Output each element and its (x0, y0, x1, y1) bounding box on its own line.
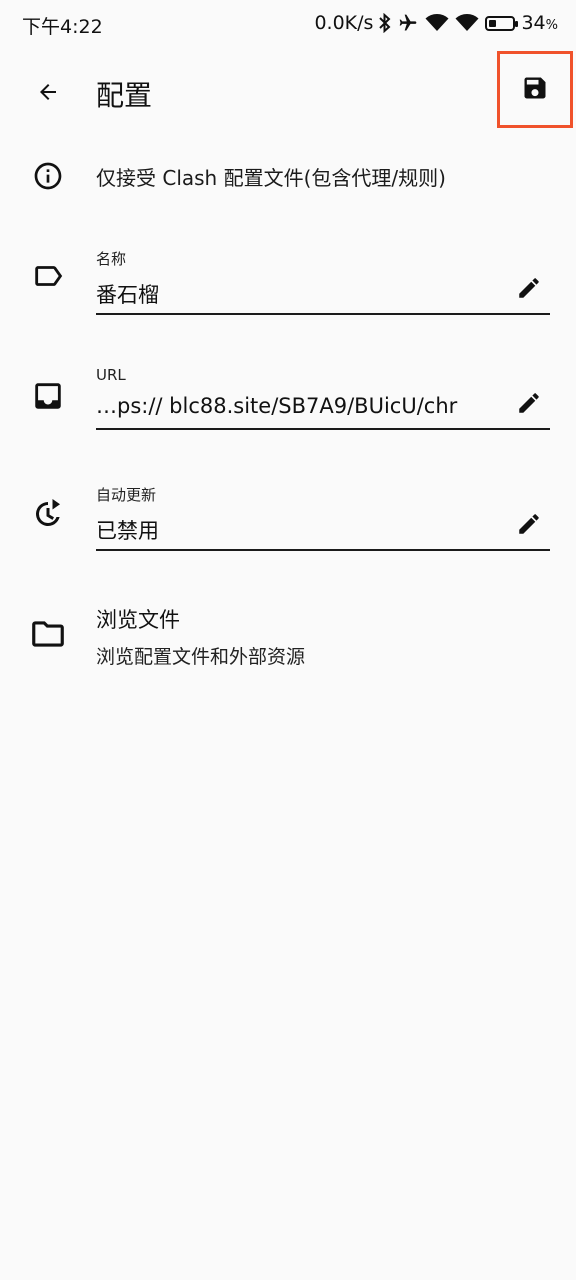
url-field-input[interactable]: …ps:// blc88.site/SB7A9/BUicU/chr (96, 393, 550, 430)
pencil-icon (516, 275, 542, 305)
browse-files-row[interactable]: 浏览文件 浏览配置文件和外部资源 (0, 596, 576, 676)
battery-fill (489, 19, 497, 27)
auto-update-field-value: 已禁用 (96, 519, 159, 543)
info-row: 仅接受 Clash 配置文件(包含代理/规则) (0, 150, 576, 202)
edit-url-button[interactable] (514, 390, 544, 420)
profile-config-screen: 下午4:22 0.0K/s 34% 配置 仅接受 Clash 配置文件(包含代理… (0, 0, 576, 1280)
name-row: 名称 番石榴 (0, 240, 576, 320)
name-field-value: 番石榴 (96, 283, 159, 307)
auto-update-field-label: 自动更新 (96, 486, 157, 504)
url-field[interactable]: URL …ps:// blc88.site/SB7A9/BUicU/chr (96, 366, 550, 430)
info-text: 仅接受 Clash 配置文件(包含代理/规则) (96, 166, 446, 190)
back-button[interactable] (30, 76, 66, 112)
auto-update-field-input[interactable]: 已禁用 (96, 514, 550, 551)
net-speed: 0.0K/s (314, 12, 374, 34)
save-button[interactable] (497, 51, 573, 128)
url-field-label: URL (96, 366, 126, 384)
battery-percent: 34% (521, 12, 558, 34)
auto-update-field[interactable]: 自动更新 已禁用 (96, 484, 550, 551)
pencil-icon (516, 390, 542, 420)
arrow-back-icon (36, 80, 60, 108)
battery-icon (485, 15, 519, 31)
bluetooth-icon (379, 13, 391, 33)
inbox-icon (28, 376, 68, 416)
update-clock-icon (28, 494, 68, 534)
name-field[interactable]: 名称 番石榴 (96, 248, 550, 315)
wifi-icon (425, 13, 449, 33)
save-icon (521, 74, 549, 106)
airplane-mode-icon (397, 13, 419, 33)
browse-files-title: 浏览文件 (96, 608, 180, 632)
browse-files-subtitle: 浏览配置文件和外部资源 (96, 646, 306, 668)
app-bar: 配置 (0, 50, 576, 136)
page-title: 配置 (96, 79, 153, 112)
name-field-label: 名称 (96, 250, 127, 268)
folder-icon (28, 614, 68, 654)
status-icons: 0.0K/s 34% (314, 12, 558, 34)
edit-auto-update-button[interactable] (514, 511, 544, 541)
status-time: 下午4:22 (22, 16, 103, 38)
pencil-icon (516, 511, 542, 541)
info-icon (28, 156, 68, 196)
status-bar: 下午4:22 0.0K/s 34% (0, 0, 576, 50)
edit-name-button[interactable] (514, 275, 544, 305)
auto-update-row: 自动更新 已禁用 (0, 476, 576, 556)
wifi-icon-secondary (455, 13, 479, 33)
url-row: URL …ps:// blc88.site/SB7A9/BUicU/chr (0, 358, 576, 438)
url-field-value: …ps:// blc88.site/SB7A9/BUicU/chr (96, 394, 458, 418)
name-field-input[interactable]: 番石榴 (96, 278, 550, 315)
label-tag-icon (28, 256, 68, 296)
